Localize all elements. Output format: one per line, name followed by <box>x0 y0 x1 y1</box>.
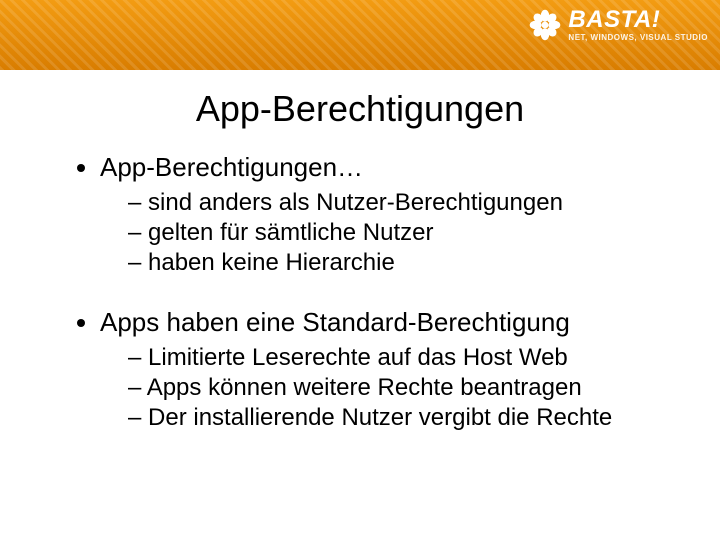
sub-bullet-item: Apps können weitere Rechte beantragen <box>128 374 690 402</box>
header-band: BASTA! NET, WINDOWS, VISUAL STUDIO <box>0 0 720 70</box>
bullet-text: Apps haben eine Standard-Berechtigung <box>100 307 570 337</box>
brand-subtitle: NET, WINDOWS, VISUAL STUDIO <box>568 34 708 42</box>
brand-title: BASTA! <box>568 8 708 32</box>
flower-icon <box>528 8 562 42</box>
sub-bullet-item: haben keine Hierarchie <box>128 249 690 277</box>
sub-bullet-list: Limitierte Leserechte auf das Host Web A… <box>128 344 690 432</box>
sub-bullet-list: sind anders als Nutzer-Berechtigungen ge… <box>128 189 690 277</box>
sub-bullet-item: gelten für sämtliche Nutzer <box>128 219 690 247</box>
sub-bullet-item: Limitierte Leserechte auf das Host Web <box>128 344 690 372</box>
slide-content: App-Berechtigungen App-Berechtigungen… s… <box>0 70 720 432</box>
brand-text: BASTA! NET, WINDOWS, VISUAL STUDIO <box>568 8 708 42</box>
brand: BASTA! NET, WINDOWS, VISUAL STUDIO <box>528 8 708 42</box>
bullet-item: App-Berechtigungen… sind anders als Nutz… <box>100 152 690 277</box>
sub-bullet-item: Der installierende Nutzer vergibt die Re… <box>128 404 690 432</box>
sub-bullet-item: sind anders als Nutzer-Berechtigungen <box>128 189 690 217</box>
slide-title: App-Berechtigungen <box>0 88 720 130</box>
bullet-text: App-Berechtigungen… <box>100 152 363 182</box>
slide: BASTA! NET, WINDOWS, VISUAL STUDIO App-B… <box>0 0 720 540</box>
bullet-item: Apps haben eine Standard-Berechtigung Li… <box>100 307 690 432</box>
bullet-list: App-Berechtigungen… sind anders als Nutz… <box>70 152 720 432</box>
